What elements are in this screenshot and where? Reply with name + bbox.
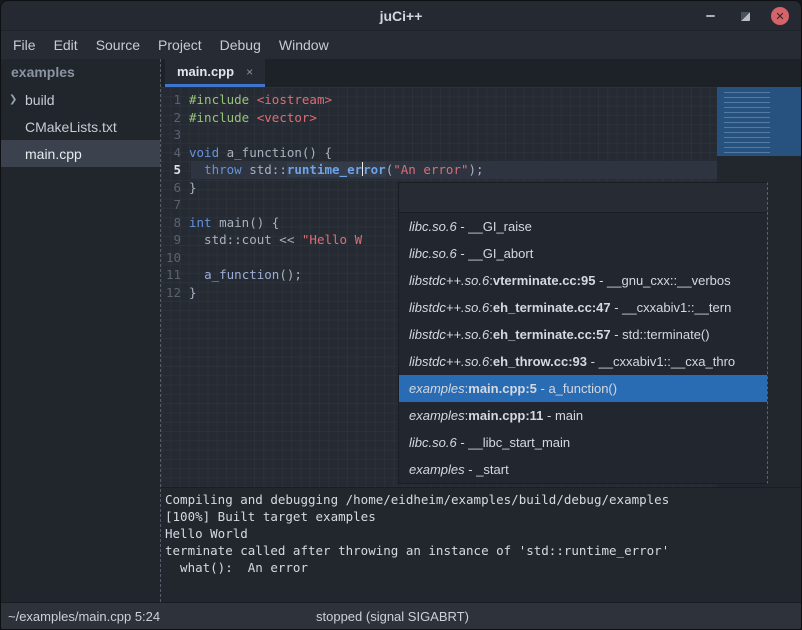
minimize-button[interactable] <box>701 7 719 25</box>
status-bar: ~/examples/main.cpp 5:24 stopped (signal… <box>1 602 801 630</box>
terminal-line: terminate called after throwing an insta… <box>165 542 801 559</box>
stack-frame-item[interactable]: libstdc++.so.6:eh_terminate.cc:57 - std:… <box>399 321 767 348</box>
line-number: 1 <box>161 91 189 109</box>
tree-item-label: CMakeLists.txt <box>25 119 117 135</box>
tab-close-icon[interactable]: × <box>246 65 253 79</box>
line-number: 4 <box>161 144 189 162</box>
line-number: 3 <box>161 126 189 144</box>
tree-item-label: build <box>25 92 55 108</box>
line-number: 6 <box>161 179 189 197</box>
stack-frame-item[interactable]: libstdc++.so.6:vterminate.cc:95 - __gnu_… <box>399 267 767 294</box>
stack-trace-popup-header <box>399 183 767 213</box>
minimize-icon <box>706 15 715 17</box>
close-icon: ✕ <box>775 10 784 23</box>
stack-frame-item[interactable]: libc.so.6 - __GI_raise <box>399 213 767 240</box>
stack-frame-item[interactable]: examples:main.cpp:11 - main <box>399 402 767 429</box>
menu-item-edit[interactable]: Edit <box>45 31 87 59</box>
code-line-3: 3 <box>161 126 801 144</box>
close-button[interactable]: ✕ <box>771 7 789 25</box>
code-editor[interactable]: 1#include <iostream>2#include <vector>34… <box>161 87 801 487</box>
line-number: 11 <box>161 266 189 284</box>
tree-item-cmakelists-txt[interactable]: CMakeLists.txt <box>1 113 160 140</box>
code-line-text: throw std::runtime_error("An error"); <box>189 161 484 179</box>
code-line-4: 4void a_function() { <box>161 144 801 162</box>
terminal-line: what(): An error <box>165 559 801 576</box>
tab-bar: main.cpp × <box>161 59 801 87</box>
window-controls: ✕ <box>701 1 789 31</box>
status-debug-state: stopped (signal SIGABRT) <box>316 609 469 624</box>
chevron-right-icon[interactable]: ❯ <box>9 94 17 105</box>
code-line-text: int main() { <box>189 214 279 232</box>
line-number: 2 <box>161 109 189 127</box>
menu-item-window[interactable]: Window <box>270 31 338 59</box>
tree-item-build[interactable]: ❯ build <box>1 86 160 113</box>
menubar: FileEditSourceProjectDebugWindow <box>1 31 801 59</box>
menu-item-source[interactable]: Source <box>87 31 149 59</box>
tree-item-label: main.cpp <box>25 146 82 162</box>
stack-frame-item[interactable]: libstdc++.so.6:eh_terminate.cc:47 - __cx… <box>399 294 767 321</box>
window-title: juCi++ <box>380 8 423 24</box>
terminal-line: Compiling and debugging /home/eidheim/ex… <box>165 491 801 508</box>
tab-main-cpp[interactable]: main.cpp × <box>165 59 265 87</box>
tree-item-main-cpp[interactable]: main.cpp <box>1 140 160 167</box>
status-file-location: ~/examples/main.cpp 5:24 <box>8 609 160 624</box>
file-tree-sidebar: examples ❯ build CMakeLists.txt main.cpp <box>1 59 161 602</box>
code-line-text: #include <iostream> <box>189 91 332 109</box>
line-number: 9 <box>161 231 189 249</box>
stack-frame-item[interactable]: libstdc++.so.6:eh_throw.cc:93 - __cxxabi… <box>399 348 767 375</box>
code-line-1: 1#include <iostream> <box>161 91 801 109</box>
code-line-text: std::cout << "Hello W <box>189 231 362 249</box>
stack-frame-item[interactable]: examples:main.cpp:5 - a_function() <box>399 375 767 402</box>
terminal-line: [100%] Built target examples <box>165 508 801 525</box>
code-line-2: 2#include <vector> <box>161 109 801 127</box>
menu-item-project[interactable]: Project <box>149 31 211 59</box>
stack-frame-item[interactable]: libc.so.6 - __libc_start_main <box>399 429 767 456</box>
maximize-icon <box>741 12 750 21</box>
code-line-5: 5 throw std::runtime_error("An error"); <box>161 161 801 179</box>
line-number: 12 <box>161 284 189 302</box>
menu-item-file[interactable]: File <box>4 31 45 59</box>
code-line-text: a_function(); <box>189 266 302 284</box>
tab-label: main.cpp <box>177 64 234 79</box>
titlebar[interactable]: juCi++ ✕ <box>1 1 801 31</box>
terminal-line: Hello World <box>165 525 801 542</box>
stack-frame-item[interactable]: libc.so.6 - __GI_abort <box>399 240 767 267</box>
terminal-output[interactable]: Compiling and debugging /home/eidheim/ex… <box>161 487 801 602</box>
line-number: 7 <box>161 196 189 214</box>
app-window: juCi++ ✕ FileEditSourceProjectDebugWindo… <box>0 0 802 630</box>
project-name: examples <box>1 59 160 86</box>
menu-item-debug[interactable]: Debug <box>211 31 270 59</box>
maximize-button[interactable] <box>736 7 754 25</box>
stack-trace-popup: libc.so.6 - __GI_raiselibc.so.6 - __GI_a… <box>398 182 768 484</box>
code-line-text: } <box>189 179 197 197</box>
stack-frame-item[interactable]: examples - _start <box>399 456 767 483</box>
line-number: 5 <box>161 161 189 179</box>
code-line-text: void a_function() { <box>189 144 332 162</box>
line-number: 10 <box>161 249 189 267</box>
code-line-text: #include <vector> <box>189 109 317 127</box>
line-number: 8 <box>161 214 189 232</box>
code-line-text: } <box>189 284 197 302</box>
